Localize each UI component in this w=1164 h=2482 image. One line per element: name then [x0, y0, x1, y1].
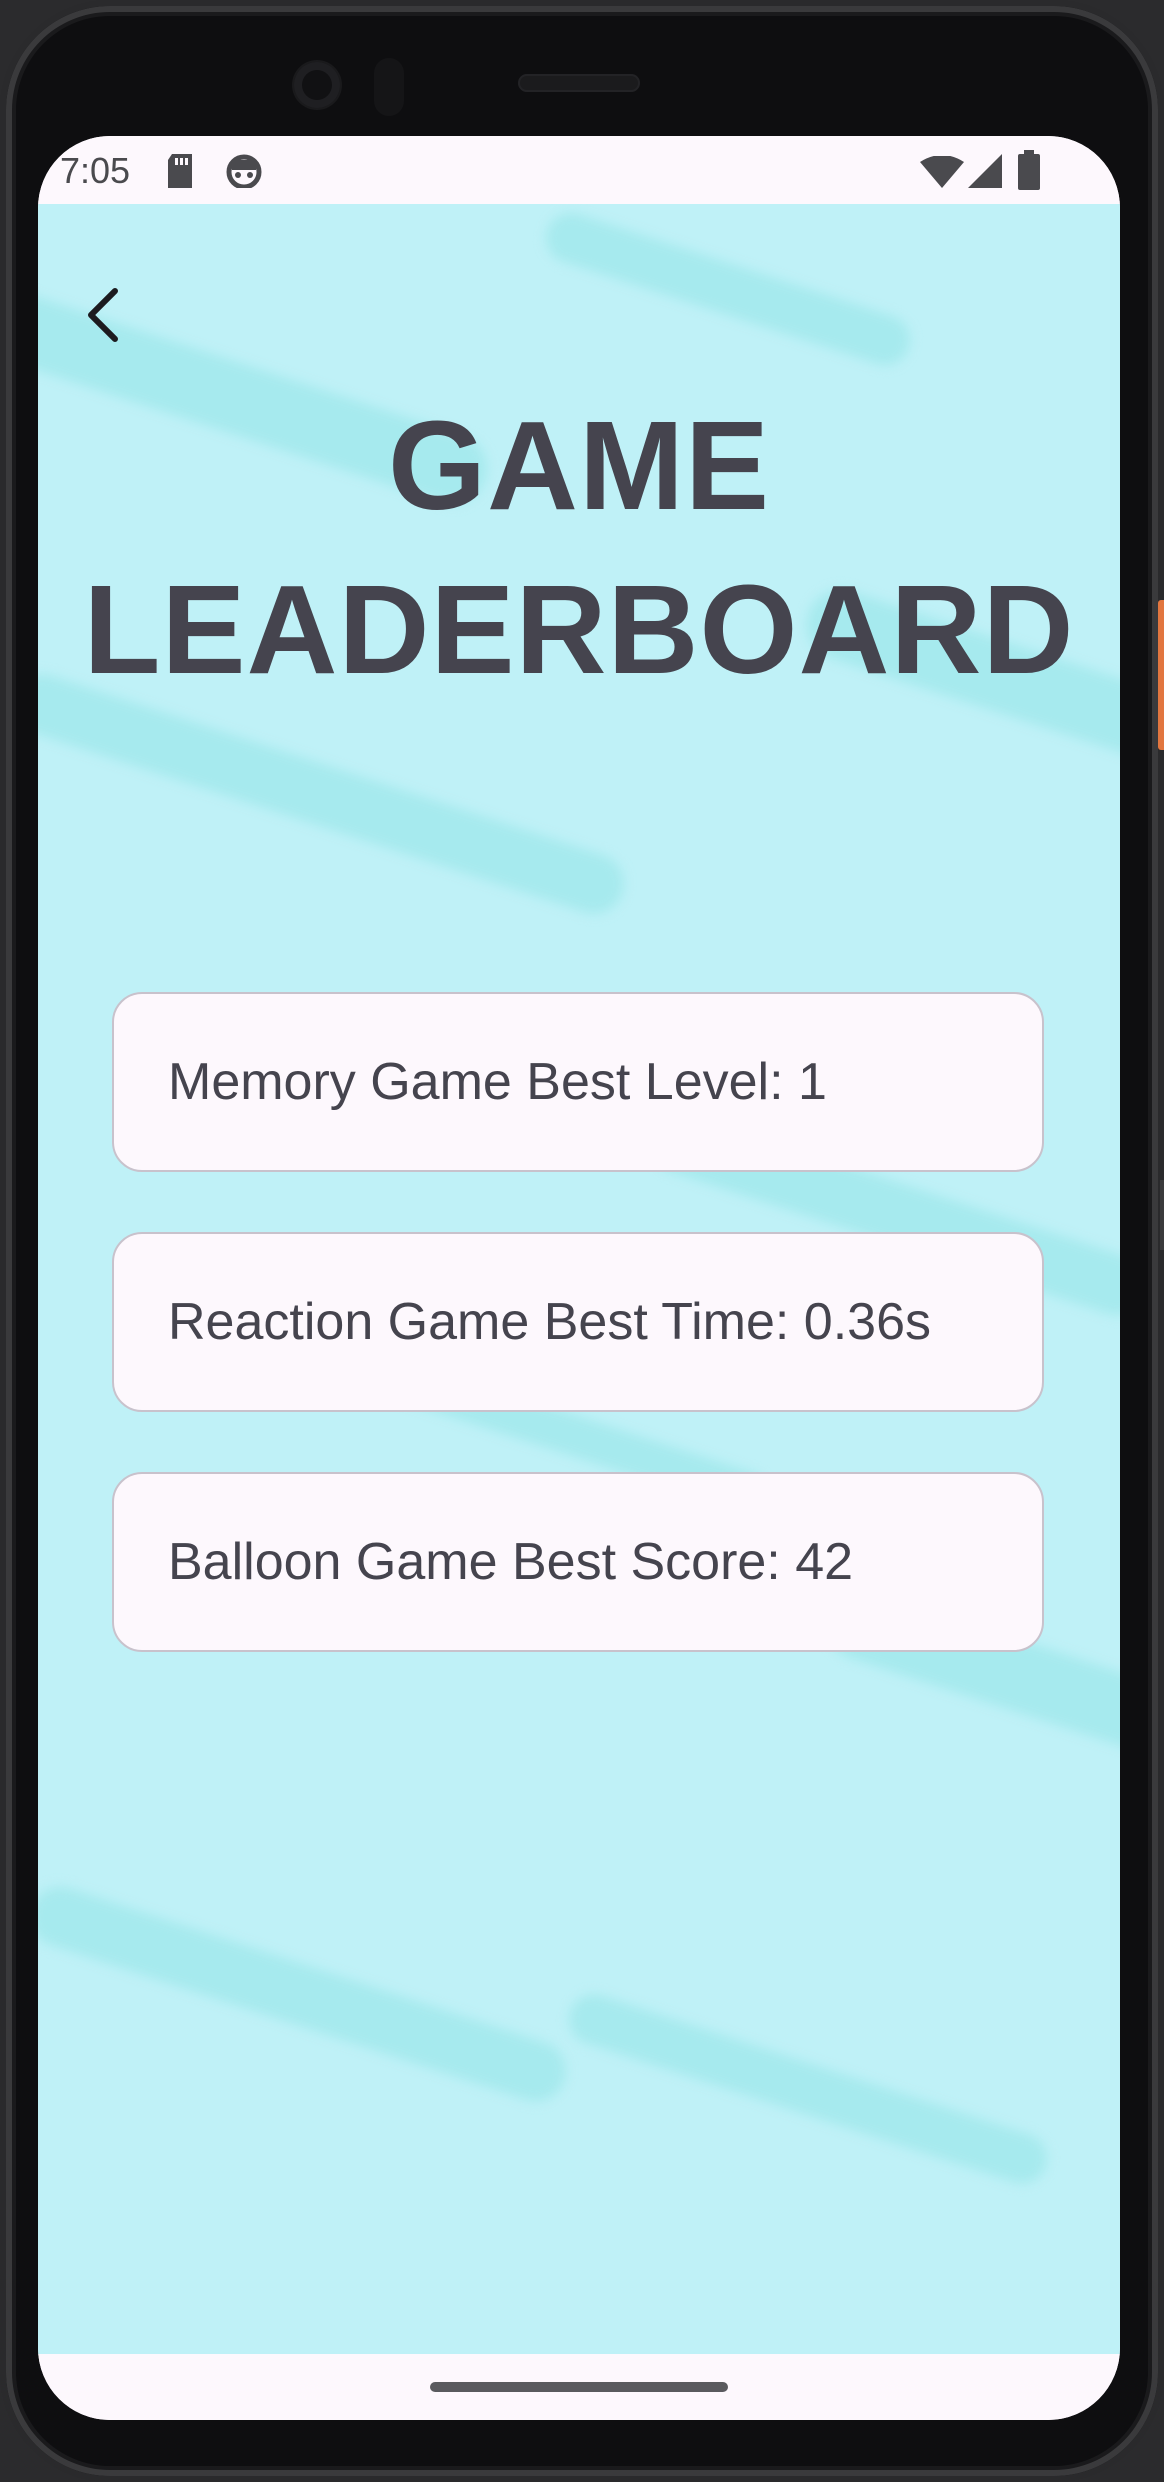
leaderboard-screen: GAME LEADERBOARD Memory Game Best Level:… [38, 204, 1120, 2354]
background-streak [562, 1987, 1054, 2191]
sd-card-icon [166, 154, 194, 193]
android-face-icon [226, 154, 262, 193]
page-title-line-1: GAME [388, 395, 770, 536]
wifi-icon [920, 155, 964, 193]
home-indicator[interactable] [430, 2382, 728, 2392]
page-title: GAME LEADERBOARD [38, 384, 1120, 712]
leaderboard-card-label: Memory Game Best Level: 1 [168, 1053, 827, 1111]
volume-button [1160, 1180, 1164, 1250]
proximity-sensor [374, 58, 404, 116]
background-streak [539, 206, 917, 372]
front-camera [294, 62, 340, 108]
cellular-signal-icon [968, 154, 1002, 193]
battery-icon [1018, 150, 1040, 195]
chevron-left-icon [88, 288, 118, 342]
leaderboard-card-memory: Memory Game Best Level: 1 [112, 992, 1044, 1172]
page-title-line-2: LEADERBOARD [83, 559, 1075, 700]
phone-device: 7:05 GAME LEADERBOARD Memory Game Best L… [0, 0, 1164, 2482]
leaderboard-card-label: Reaction Game Best Time: 0.36s [168, 1293, 932, 1351]
screen: 7:05 GAME LEADERBOARD Memory Game Best L… [38, 136, 1120, 2420]
earpiece-speaker [518, 74, 640, 92]
status-bar: 7:05 [38, 136, 1120, 204]
gesture-nav-bar [38, 2354, 1120, 2420]
leaderboard-card-balloon: Balloon Game Best Score: 42 [112, 1472, 1044, 1652]
leaderboard-card-reaction: Reaction Game Best Time: 0.36s [112, 1232, 1044, 1412]
status-time: 7:05 [60, 150, 131, 191]
power-button [1158, 600, 1164, 750]
back-button[interactable] [68, 280, 138, 350]
background-streak [38, 1878, 574, 2110]
leaderboard-card-label: Balloon Game Best Score: 42 [168, 1533, 854, 1591]
